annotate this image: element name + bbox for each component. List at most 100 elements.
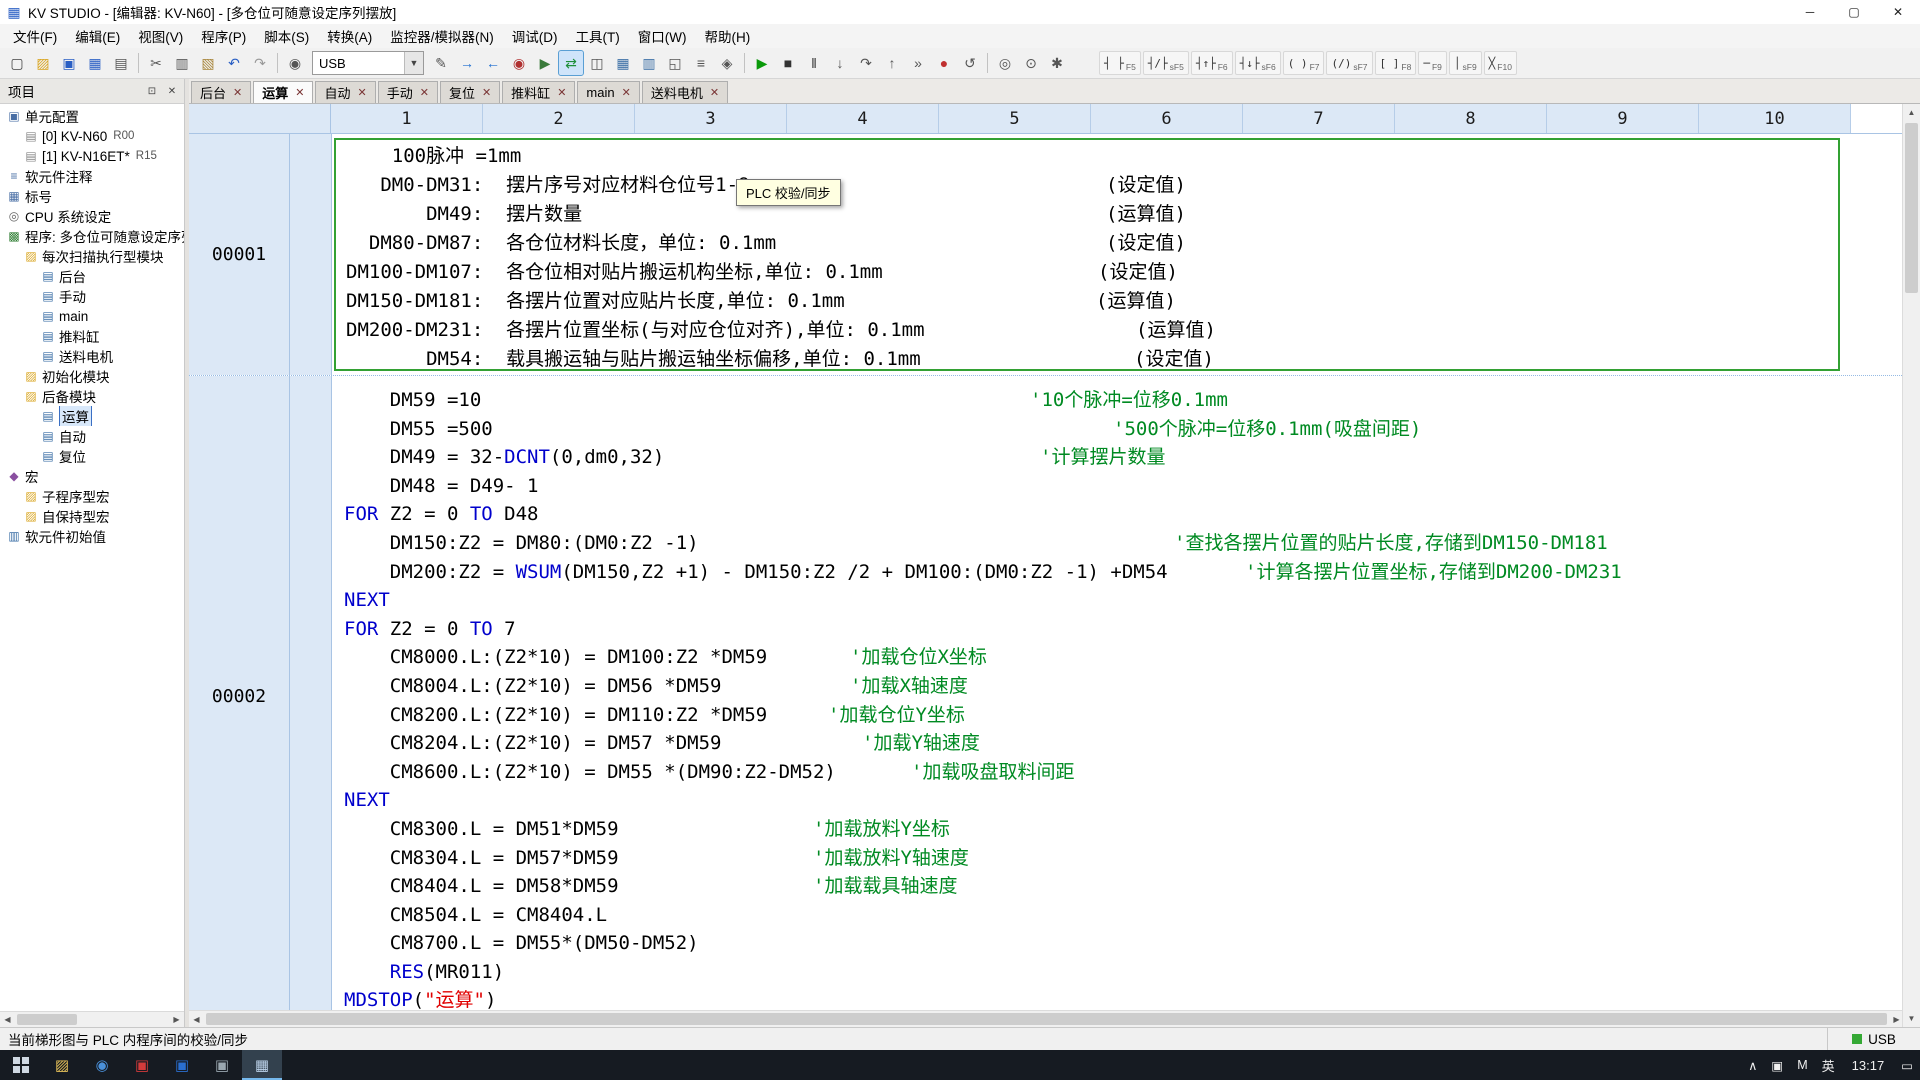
- scrollbar-thumb[interactable]: [206, 1013, 1887, 1025]
- scroll-right-icon[interactable]: ▶: [169, 1012, 184, 1027]
- contact-closed-button[interactable]: ┤/├ sF5: [1142, 51, 1189, 75]
- tray-display-icon[interactable]: ▣: [1764, 1050, 1790, 1080]
- delete-line-button[interactable]: ╳ F10: [1483, 51, 1517, 75]
- menu-item-2[interactable]: 视图(V): [129, 24, 192, 48]
- device-comment-icon[interactable]: ≡: [689, 51, 713, 75]
- menu-item-3[interactable]: 程序(P): [192, 24, 255, 48]
- find-icon[interactable]: ◉: [283, 51, 307, 75]
- chevron-down-icon[interactable]: ▼: [404, 52, 423, 74]
- read-from-plc-icon[interactable]: ←: [481, 51, 505, 75]
- print-icon[interactable]: ▤: [109, 51, 133, 75]
- tree-item-device-initial[interactable]: ▥ 软元件初始值: [0, 526, 184, 546]
- plc-verify-sync-icon[interactable]: ⇄: [558, 50, 584, 76]
- kv-studio-taskbar-icon[interactable]: ▦: [242, 1050, 282, 1080]
- tree-item-subroutine-macro[interactable]: ▨ 子程序型宏: [0, 486, 184, 506]
- hline-button[interactable]: ─ F9: [1418, 51, 1447, 75]
- coil-button[interactable]: ( ) F7: [1282, 51, 1325, 75]
- coil-not-button[interactable]: (/) sF7: [1326, 51, 1373, 75]
- script-block[interactable]: DM59 =10 '10个脉冲=位移0.1mm DM55 =500 '500个脉冲=…: [332, 376, 1842, 1015]
- timer-chart-icon[interactable]: ⊙: [1019, 51, 1043, 75]
- clock[interactable]: 13:17: [1842, 1050, 1895, 1080]
- comment-block[interactable]: 100脉冲 =1mm DM0-DM31: 摆片序号对应材料仓位号1-8 (设定值)…: [334, 138, 1840, 371]
- undo-icon[interactable]: ↶: [222, 51, 246, 75]
- zoom-icon[interactable]: ◎: [993, 51, 1017, 75]
- new-file-icon[interactable]: ▢: [5, 51, 29, 75]
- search-device-icon[interactable]: ◈: [715, 51, 739, 75]
- menu-item-6[interactable]: 监控器/模拟器(N): [381, 24, 503, 48]
- tree-item-reset[interactable]: ▤ 复位: [0, 446, 184, 466]
- tree-item-push-cylinder[interactable]: ▤ 推料缸: [0, 326, 184, 346]
- contact-rise-button[interactable]: ┤↑├ F6: [1190, 51, 1233, 75]
- close-button[interactable]: ✕: [1876, 0, 1920, 24]
- minimize-button[interactable]: ─: [1788, 0, 1832, 24]
- menu-item-4[interactable]: 脚本(S): [255, 24, 318, 48]
- tree-item-self-hold-macro[interactable]: ▨ 自保持型宏: [0, 506, 184, 526]
- app-gray-icon[interactable]: ▣: [202, 1050, 242, 1080]
- tab-manual[interactable]: 手动 ✕: [377, 81, 438, 103]
- cut-icon[interactable]: ✂: [144, 51, 168, 75]
- menu-item-0[interactable]: 文件(F): [4, 24, 66, 48]
- ladder-script-editor[interactable]: 1 2 3 4 5 6 7 8 9 10 00001 100脉冲 =1mm DM0-DM31: 摆…: [189, 104, 1920, 1027]
- redo-icon[interactable]: ↷: [248, 51, 272, 75]
- tree-item-backstage[interactable]: ▤ 后台: [0, 266, 184, 286]
- batch-monitor-icon[interactable]: ▥: [637, 51, 661, 75]
- connection-select[interactable]: USB ▼: [312, 51, 424, 75]
- tree-item-program[interactable]: ▩ 程序: 多仓位可随意设定序列摆放: [0, 226, 184, 246]
- browser-icon[interactable]: ◉: [82, 1050, 122, 1080]
- file-explorer-icon[interactable]: ▨: [42, 1050, 82, 1080]
- action-center-icon[interactable]: ▭: [1894, 1050, 1920, 1080]
- editor-mode-icon[interactable]: ✎: [429, 51, 453, 75]
- close-icon[interactable]: ✕: [710, 86, 719, 99]
- step-out-icon[interactable]: ↑: [880, 51, 904, 75]
- row-content[interactable]: DM59 =10 '10个脉冲=位移0.1mm DM55 =500 '500个脉冲=…: [332, 376, 1842, 1016]
- breakpoint-icon[interactable]: ●: [932, 51, 956, 75]
- tree-item-manual[interactable]: ▤ 手动: [0, 286, 184, 306]
- sidebar-horizontal-scrollbar[interactable]: ◀ ▶: [0, 1011, 184, 1027]
- tab-push-cylinder[interactable]: 推料缸 ✕: [502, 81, 576, 103]
- tray-expand-icon[interactable]: ∧: [1741, 1050, 1764, 1080]
- watch-window-icon[interactable]: ◱: [663, 51, 687, 75]
- tab-reset[interactable]: 复位 ✕: [439, 81, 501, 103]
- contact-fall-button[interactable]: ┤↓├ sF6: [1234, 51, 1281, 75]
- panel-close-icon[interactable]: ✕: [164, 83, 180, 99]
- menu-item-8[interactable]: 工具(T): [567, 24, 629, 48]
- tree-item-label[interactable]: ▦ 标号: [0, 186, 184, 206]
- step-in-icon[interactable]: ↓: [828, 51, 852, 75]
- scroll-down-icon[interactable]: ▼: [1903, 1010, 1920, 1027]
- row-content[interactable]: 100脉冲 =1mm DM0-DM31: 摆片序号对应材料仓位号1-8 (设定值)…: [332, 134, 1842, 375]
- plc-monitor-icon[interactable]: ◫: [585, 51, 609, 75]
- contact-open-button[interactable]: ┤ ├ F5: [1099, 51, 1141, 75]
- tab-operation[interactable]: 运算 ✕: [253, 81, 314, 103]
- reset-icon[interactable]: ↺: [958, 51, 982, 75]
- close-icon[interactable]: ✕: [622, 86, 631, 99]
- tree-item-macro[interactable]: ◆ 宏: [0, 466, 184, 486]
- input-language-indicator[interactable]: 英: [1815, 1050, 1842, 1080]
- stop-icon[interactable]: ■: [776, 51, 800, 75]
- pin-icon[interactable]: ⊡: [144, 83, 160, 99]
- tab-main[interactable]: main ✕: [577, 81, 640, 103]
- scroll-up-icon[interactable]: ▲: [1903, 104, 1920, 121]
- tray-app-m-icon[interactable]: M: [1790, 1050, 1814, 1080]
- tree-item-auto[interactable]: ▤ 自动: [0, 426, 184, 446]
- close-icon[interactable]: ✕: [557, 86, 566, 99]
- close-icon[interactable]: ✕: [233, 86, 242, 99]
- scroll-left-icon[interactable]: ◀: [189, 1011, 204, 1027]
- tab-backstage[interactable]: 后台 ✕: [191, 81, 252, 103]
- options-icon[interactable]: ✱: [1045, 51, 1069, 75]
- start-button[interactable]: [0, 1050, 42, 1080]
- transfer-to-plc-icon[interactable]: →: [455, 51, 479, 75]
- scrollbar-thumb[interactable]: [1905, 123, 1918, 293]
- tree-item-operation[interactable]: ▤ 运算: [0, 406, 184, 426]
- instruction-button[interactable]: [ ] F8: [1374, 51, 1417, 75]
- tab-auto[interactable]: 自动 ✕: [315, 81, 376, 103]
- step-over-icon[interactable]: ↷: [854, 51, 878, 75]
- tree-item-unit-config[interactable]: ▣ 单元配置: [0, 106, 184, 126]
- copy-icon[interactable]: ▥: [170, 51, 194, 75]
- tree-item-init-module[interactable]: ▨ 初始化模块: [0, 366, 184, 386]
- app-blue-icon[interactable]: ▣: [162, 1050, 202, 1080]
- scrollbar-thumb[interactable]: [17, 1014, 77, 1025]
- app-red-icon[interactable]: ▣: [122, 1050, 162, 1080]
- open-folder-icon[interactable]: ▨: [31, 51, 55, 75]
- menu-item-5[interactable]: 转换(A): [318, 24, 381, 48]
- tab-feed-motor[interactable]: 送料电机 ✕: [641, 81, 729, 103]
